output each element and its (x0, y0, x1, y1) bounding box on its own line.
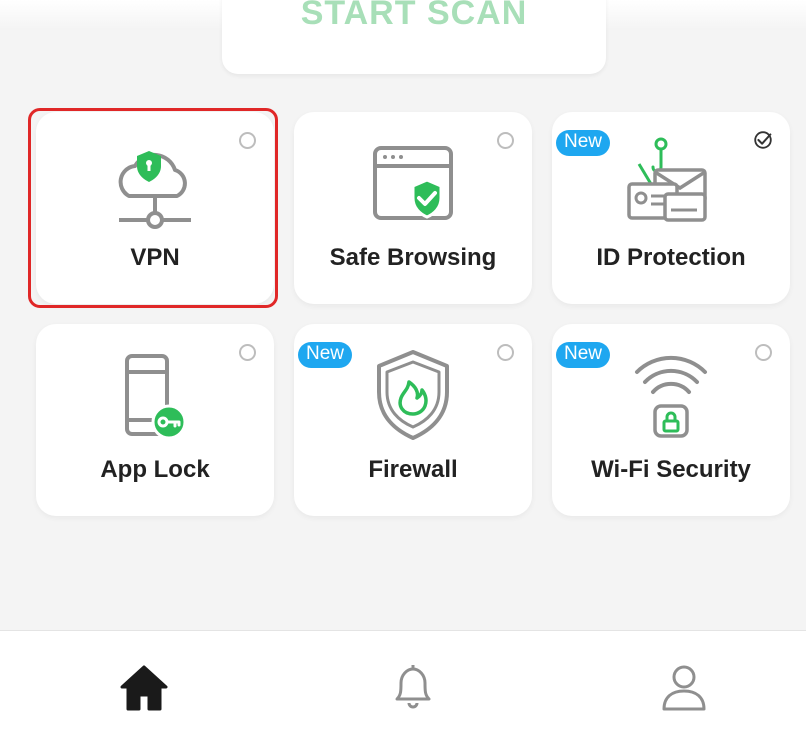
bell-icon (395, 665, 431, 709)
select-radio[interactable] (755, 344, 772, 361)
feature-label: Firewall (368, 456, 458, 483)
user-icon (662, 665, 706, 711)
id-cards-icon (621, 134, 721, 234)
selection-highlight (28, 108, 278, 308)
feature-card-wifi-security[interactable]: New Wi-Fi Security (552, 324, 790, 516)
new-badge: New (556, 130, 611, 156)
checked-icon[interactable] (752, 129, 774, 151)
select-radio[interactable] (239, 344, 256, 361)
feature-card-app-lock[interactable]: App Lock (36, 324, 274, 516)
start-scan-label: START SCAN (300, 0, 528, 32)
wifi-lock-icon (621, 346, 721, 446)
feature-card-safe-browsing[interactable]: Safe Browsing (294, 112, 532, 304)
feature-label: Wi-Fi Security (591, 456, 751, 483)
feature-card-id-protection[interactable]: New ID Protection (552, 112, 790, 304)
nav-profile[interactable] (654, 657, 714, 717)
shield-flame-icon (363, 346, 463, 446)
start-scan-button[interactable]: START SCAN (222, 0, 606, 74)
select-radio[interactable] (497, 132, 514, 149)
nav-home[interactable] (114, 657, 174, 717)
phone-key-icon (105, 346, 205, 446)
new-badge: New (298, 342, 353, 368)
feature-card-firewall[interactable]: New Firewall (294, 324, 532, 516)
new-badge: New (556, 342, 611, 368)
feature-label: App Lock (100, 456, 210, 483)
home-icon (120, 665, 168, 711)
home-screen: START SCAN VPN Safe Browsing New ID Prot… (0, 0, 806, 630)
bottom-navigation (0, 630, 806, 741)
feature-label: Safe Browsing (329, 244, 497, 271)
feature-label: ID Protection (596, 244, 746, 271)
browser-shield-icon (363, 134, 463, 234)
nav-notifications[interactable] (383, 657, 443, 717)
select-radio[interactable] (497, 344, 514, 361)
